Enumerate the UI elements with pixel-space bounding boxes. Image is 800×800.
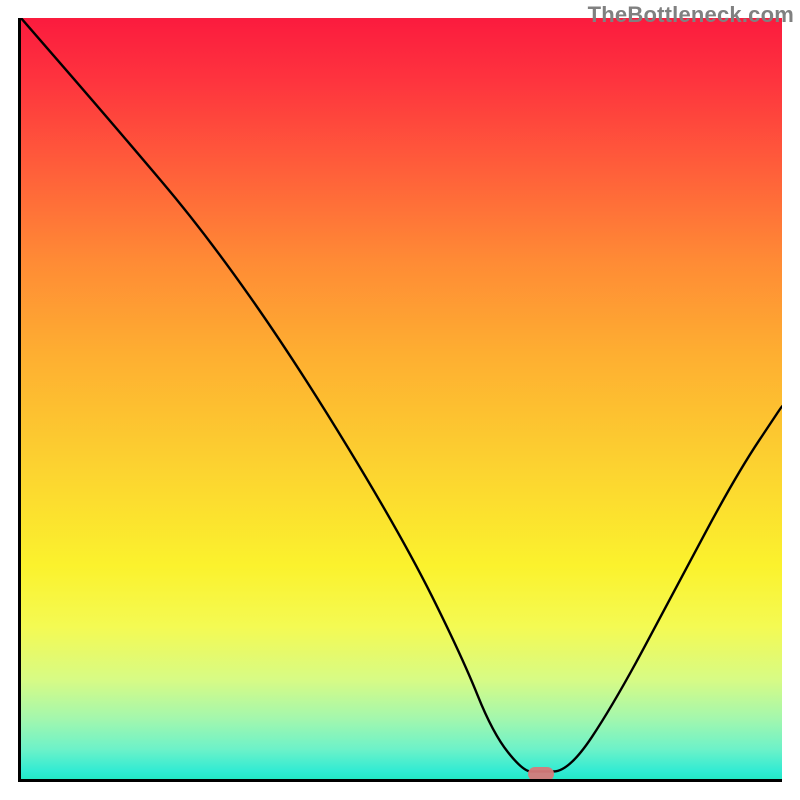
chart-frame: TheBottleneck.com (0, 0, 800, 800)
optimal-point-marker (528, 767, 554, 781)
bottleneck-curve (21, 18, 782, 779)
plot-area (18, 18, 782, 782)
watermark-label: TheBottleneck.com (588, 2, 794, 28)
